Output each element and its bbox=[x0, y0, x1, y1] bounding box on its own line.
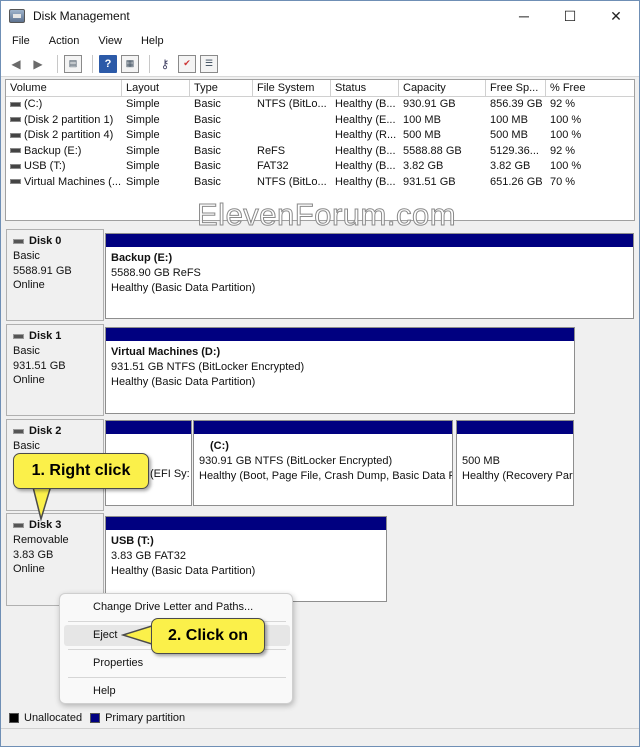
table-row[interactable]: Virtual Machines (... Simple Basic NTFS … bbox=[6, 175, 634, 191]
close-button[interactable]: ✕ bbox=[593, 1, 639, 31]
column-free-space[interactable]: Free Sp... bbox=[486, 80, 546, 97]
menu-separator bbox=[68, 677, 286, 678]
toolbar-separator bbox=[57, 54, 58, 73]
volume-icon bbox=[10, 179, 21, 185]
column-percent-free[interactable]: % Free bbox=[546, 80, 635, 97]
legend-primary-partition: Primary partition bbox=[105, 712, 186, 724]
disk-icon bbox=[13, 334, 24, 339]
volume-icon bbox=[10, 148, 21, 154]
disk-icon bbox=[13, 429, 24, 434]
table-row[interactable]: (Disk 2 partition 4) Simple Basic Health… bbox=[6, 128, 634, 144]
volume-list[interactable]: Volume Layout Type File System Status Ca… bbox=[5, 79, 635, 221]
table-row[interactable]: USB (T:) Simple Basic FAT32 Healthy (B..… bbox=[6, 159, 634, 175]
primary-partition-bar bbox=[457, 421, 573, 434]
volume-icon bbox=[10, 117, 21, 123]
partition-virtual-machines-d[interactable]: Virtual Machines (D:) 931.51 GB NTFS (Bi… bbox=[105, 327, 575, 414]
toolbar-separator bbox=[92, 54, 93, 73]
title-bar: Disk Management ─ ☐ ✕ bbox=[1, 1, 639, 31]
legend: Unallocated Primary partition bbox=[5, 708, 635, 728]
menu-item-help[interactable]: Help bbox=[64, 681, 290, 702]
help-icon[interactable]: ? bbox=[99, 54, 117, 73]
partition-backup-e[interactable]: Backup (E:) 5588.90 GB ReFS Healthy (Bas… bbox=[105, 233, 634, 319]
primary-partition-swatch bbox=[90, 713, 101, 723]
column-layout[interactable]: Layout bbox=[122, 80, 190, 97]
table-row[interactable]: (Disk 2 partition 1) Simple Basic Health… bbox=[6, 113, 634, 129]
maximize-button[interactable]: ☐ bbox=[547, 1, 593, 31]
status-bar bbox=[1, 728, 639, 746]
partition-recovery[interactable]: 500 MB Healthy (Recovery Par bbox=[456, 420, 574, 506]
table-row[interactable]: (C:) Simple Basic NTFS (BitLo... Healthy… bbox=[6, 97, 634, 113]
disk-0-label[interactable]: Disk 0 Basic 5588.91 GB Online bbox=[6, 229, 104, 321]
key-icon[interactable]: ⚷ bbox=[156, 55, 174, 73]
volume-icon bbox=[10, 163, 21, 169]
column-volume[interactable]: Volume bbox=[6, 80, 122, 97]
volume-icon bbox=[10, 132, 21, 138]
menu-action[interactable]: Action bbox=[38, 35, 88, 47]
unallocated-swatch bbox=[9, 713, 19, 723]
settings-icon[interactable]: ☰ bbox=[200, 54, 218, 73]
minimize-button[interactable]: ─ bbox=[501, 1, 547, 31]
volume-icon bbox=[10, 101, 21, 107]
forward-arrow-icon[interactable]: ▶ bbox=[29, 55, 47, 73]
volume-list-header: Volume Layout Type File System Status Ca… bbox=[6, 80, 634, 97]
primary-partition-bar bbox=[106, 328, 574, 341]
column-capacity[interactable]: Capacity bbox=[399, 80, 486, 97]
properties-icon[interactable]: ▤ bbox=[64, 54, 82, 73]
primary-partition-bar bbox=[194, 421, 452, 434]
column-type[interactable]: Type bbox=[190, 80, 253, 97]
primary-partition-bar bbox=[106, 517, 386, 530]
disk-icon bbox=[13, 239, 24, 244]
menu-view[interactable]: View bbox=[87, 35, 130, 47]
column-file-system[interactable]: File System bbox=[253, 80, 331, 97]
callout-right-click: 1. Right click bbox=[13, 453, 149, 489]
partition-usb-t[interactable]: USB (T:) 3.83 GB FAT32 Healthy (Basic Da… bbox=[105, 516, 387, 602]
toolbar: ◀ ▶ ▤ ? ▦ ⚷ ✔ ☰ bbox=[1, 51, 639, 77]
disk-icon bbox=[13, 523, 24, 528]
toolbar-separator bbox=[149, 54, 150, 73]
legend-unallocated: Unallocated bbox=[24, 712, 83, 724]
check-icon[interactable]: ✔ bbox=[178, 54, 196, 73]
primary-partition-bar bbox=[106, 234, 633, 247]
disk-management-window: Disk Management ─ ☐ ✕ File Action View H… bbox=[0, 0, 640, 747]
menu-help[interactable]: Help bbox=[130, 35, 172, 47]
menu-bar: File Action View Help bbox=[1, 31, 639, 51]
column-status[interactable]: Status bbox=[331, 80, 399, 97]
menu-file[interactable]: File bbox=[1, 35, 38, 47]
rescan-icon[interactable]: ▦ bbox=[121, 54, 139, 73]
primary-partition-bar bbox=[106, 421, 191, 434]
disk-management-app-icon bbox=[9, 9, 25, 23]
back-arrow-icon[interactable]: ◀ bbox=[7, 55, 25, 73]
disk-1-label[interactable]: Disk 1 Basic 931.51 GB Online bbox=[6, 324, 104, 416]
menu-item-change-drive-letter[interactable]: Change Drive Letter and Paths... bbox=[64, 597, 290, 618]
partition-c[interactable]: (C:) 930.91 GB NTFS (BitLocker Encrypted… bbox=[193, 420, 453, 506]
callout-click-on: 2. Click on bbox=[151, 618, 265, 654]
window-title: Disk Management bbox=[33, 9, 130, 23]
table-row[interactable]: Backup (E:) Simple Basic ReFS Healthy (B… bbox=[6, 144, 634, 160]
menu-item-properties[interactable]: Properties bbox=[64, 653, 290, 674]
